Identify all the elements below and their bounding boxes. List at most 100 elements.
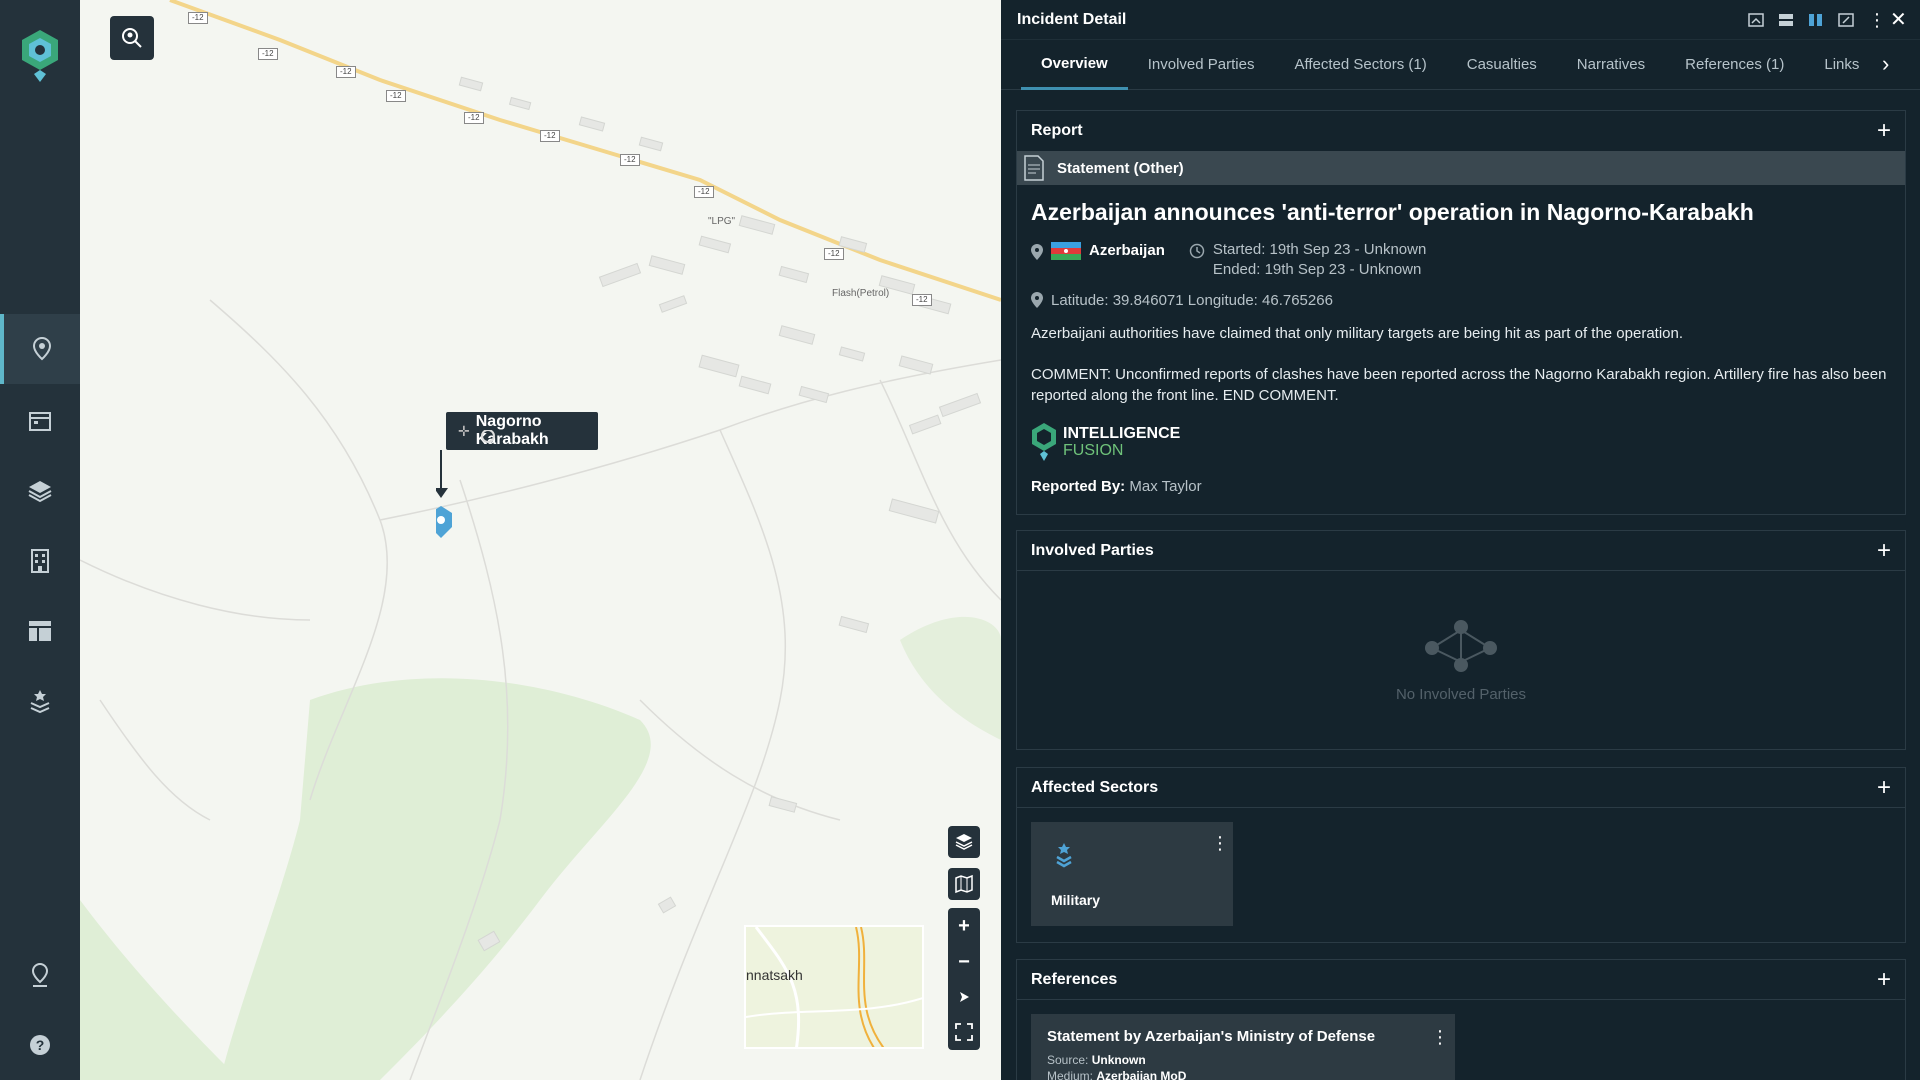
road-tag: -12	[188, 12, 208, 24]
road-tag: -12	[620, 154, 640, 166]
map-marker-pin[interactable]	[436, 430, 500, 542]
sidebar-item-sectors[interactable]	[0, 666, 80, 736]
azerbaijan-flag-icon	[1051, 242, 1081, 260]
references-section: References + Statement by Azerbaijan's M…	[1016, 959, 1906, 1080]
tab-overview[interactable]: Overview	[1021, 40, 1128, 90]
road-tag: -12	[386, 90, 406, 102]
map-search-button[interactable]	[110, 16, 154, 60]
sector-stack-icon	[30, 690, 50, 714]
road-tag: -12	[258, 48, 278, 60]
calendar-icon	[29, 412, 51, 431]
map-layers-button[interactable]	[948, 826, 980, 858]
section-title: Report	[1031, 122, 1083, 139]
section-title: References	[1031, 970, 1118, 988]
compass-arrow-icon	[960, 992, 969, 1002]
sidebar-item-map[interactable]	[0, 314, 80, 384]
close-icon[interactable]: ✕	[1890, 10, 1907, 30]
svg-text:?: ?	[36, 1037, 45, 1053]
sidebar-item-calendar[interactable]	[0, 386, 80, 456]
incident-coordinates: Latitude: 39.846071 Longitude: 46.765266	[1051, 292, 1333, 309]
reference-source-label: Source:	[1047, 1053, 1089, 1067]
left-sidebar: ?	[0, 0, 80, 1080]
reference-medium-value: Azerbaijan MoD	[1096, 1069, 1187, 1080]
more-options-icon[interactable]: ⋮	[1431, 1028, 1449, 1046]
reference-source-value: Unknown	[1091, 1053, 1146, 1067]
location-pin-icon	[1031, 292, 1043, 308]
add-icon[interactable]: +	[1877, 538, 1891, 562]
sector-name: Military	[1051, 892, 1101, 908]
section-title: Affected Sectors	[1031, 778, 1159, 796]
layers-icon	[28, 481, 52, 503]
document-icon	[1024, 155, 1044, 181]
layout-collapse-icon[interactable]	[1748, 12, 1764, 27]
more-options-icon[interactable]: ⋮	[1868, 11, 1886, 29]
location-pin-icon	[1031, 244, 1043, 260]
military-sector-icon	[1056, 843, 1072, 868]
road-tag: -12	[540, 130, 560, 142]
chevron-right-icon[interactable]: ›	[1882, 53, 1902, 75]
incident-ended: Ended: 19th Sep 23 - Unknown	[1212, 261, 1422, 278]
tab-affected-sectors[interactable]: Affected Sectors (1)	[1274, 40, 1446, 90]
reported-by-label: Reported By:	[1031, 478, 1126, 495]
sidebar-item-buildings[interactable]	[0, 526, 80, 596]
road-tag: -12	[694, 186, 714, 198]
layout-expand-icon[interactable]	[1838, 12, 1854, 27]
overview-minimap[interactable]: nnatsakh	[744, 925, 924, 1049]
road-tag: -12	[464, 112, 484, 124]
tab-links[interactable]: Links	[1804, 40, 1879, 90]
search-location-icon	[122, 28, 142, 48]
intelligence-fusion-logo: INTELLIGENCE FUSION	[1031, 422, 1891, 462]
help-icon: ?	[30, 1035, 50, 1055]
tab-bar: Overview Involved Parties Affected Secto…	[1001, 40, 1920, 90]
basemap-button[interactable]	[948, 868, 980, 900]
reported-by: Reported By: Max Taylor	[1031, 478, 1891, 495]
panel-title: Incident Detail	[1017, 10, 1127, 28]
add-icon[interactable]: +	[1877, 967, 1891, 991]
road-tag: -12	[336, 66, 356, 78]
tab-involved-parties[interactable]: Involved Parties	[1128, 40, 1275, 90]
layout-rows-icon[interactable]	[1778, 13, 1794, 27]
sidebar-item-dashboard[interactable]	[0, 596, 80, 666]
layout-columns-icon[interactable]	[1808, 13, 1824, 27]
panel-header: Incident Detail ⋮ ✕	[1001, 0, 1920, 40]
map-terrain	[80, 0, 1001, 1080]
zoom-in-button[interactable]: +	[948, 908, 980, 944]
incident-summary: Azerbaijani authorities have claimed tha…	[1031, 325, 1684, 342]
reference-card[interactable]: Statement by Azerbaijan's Ministry of De…	[1031, 1014, 1455, 1080]
report-section: Report + Statement (Other) Azerbaijan an…	[1016, 110, 1906, 515]
expand-icon	[955, 1023, 973, 1041]
sidebar-item-layers[interactable]	[0, 456, 80, 526]
sidebar-item-locations[interactable]	[0, 940, 80, 1010]
more-options-icon[interactable]: ⋮	[1211, 834, 1229, 852]
tab-casualties[interactable]: Casualties	[1447, 40, 1557, 90]
brand-line-2: FUSION	[1063, 442, 1124, 459]
building-icon	[31, 549, 49, 573]
sidebar-item-help[interactable]: ?	[0, 1010, 80, 1080]
incident-detail-panel: Incident Detail ⋮ ✕ Overview Involved Pa…	[1001, 0, 1920, 1080]
road-tag: -12	[824, 248, 844, 260]
tab-narratives[interactable]: Narratives	[1557, 40, 1665, 90]
tab-references[interactable]: References (1)	[1665, 40, 1804, 90]
reporter-name[interactable]: Max Taylor	[1129, 478, 1201, 495]
location-marker-icon	[31, 962, 49, 987]
compass-button[interactable]	[948, 980, 980, 1014]
add-icon[interactable]: +	[1877, 775, 1891, 799]
section-title: Involved Parties	[1031, 541, 1154, 559]
clock-icon	[1189, 243, 1205, 259]
zoom-out-button[interactable]: −	[948, 944, 980, 980]
layers-icon	[955, 834, 973, 850]
minimap-roads	[746, 927, 922, 1047]
fullscreen-button[interactable]	[948, 1014, 980, 1050]
add-icon[interactable]: +	[1877, 119, 1891, 143]
map-view[interactable]: -12 -12 -12 -12 -12 -12 -12 -12 -12 -12 …	[80, 0, 1001, 1080]
reference-medium-label: Medium:	[1047, 1069, 1094, 1080]
reference-medium: Medium: Azerbaijan MoD	[1047, 1069, 1439, 1080]
map-pin-icon	[32, 336, 52, 361]
sector-card[interactable]: ⋮ Military	[1031, 822, 1233, 926]
brand-hex-icon	[1032, 423, 1056, 461]
statement-type-label: Statement (Other)	[1057, 159, 1184, 177]
empty-message: No Involved Parties	[1395, 685, 1527, 703]
dashboard-icon	[29, 621, 51, 641]
involved-parties-section: Involved Parties + No Involved Parties	[1016, 530, 1906, 750]
app-logo-icon[interactable]	[18, 28, 62, 82]
